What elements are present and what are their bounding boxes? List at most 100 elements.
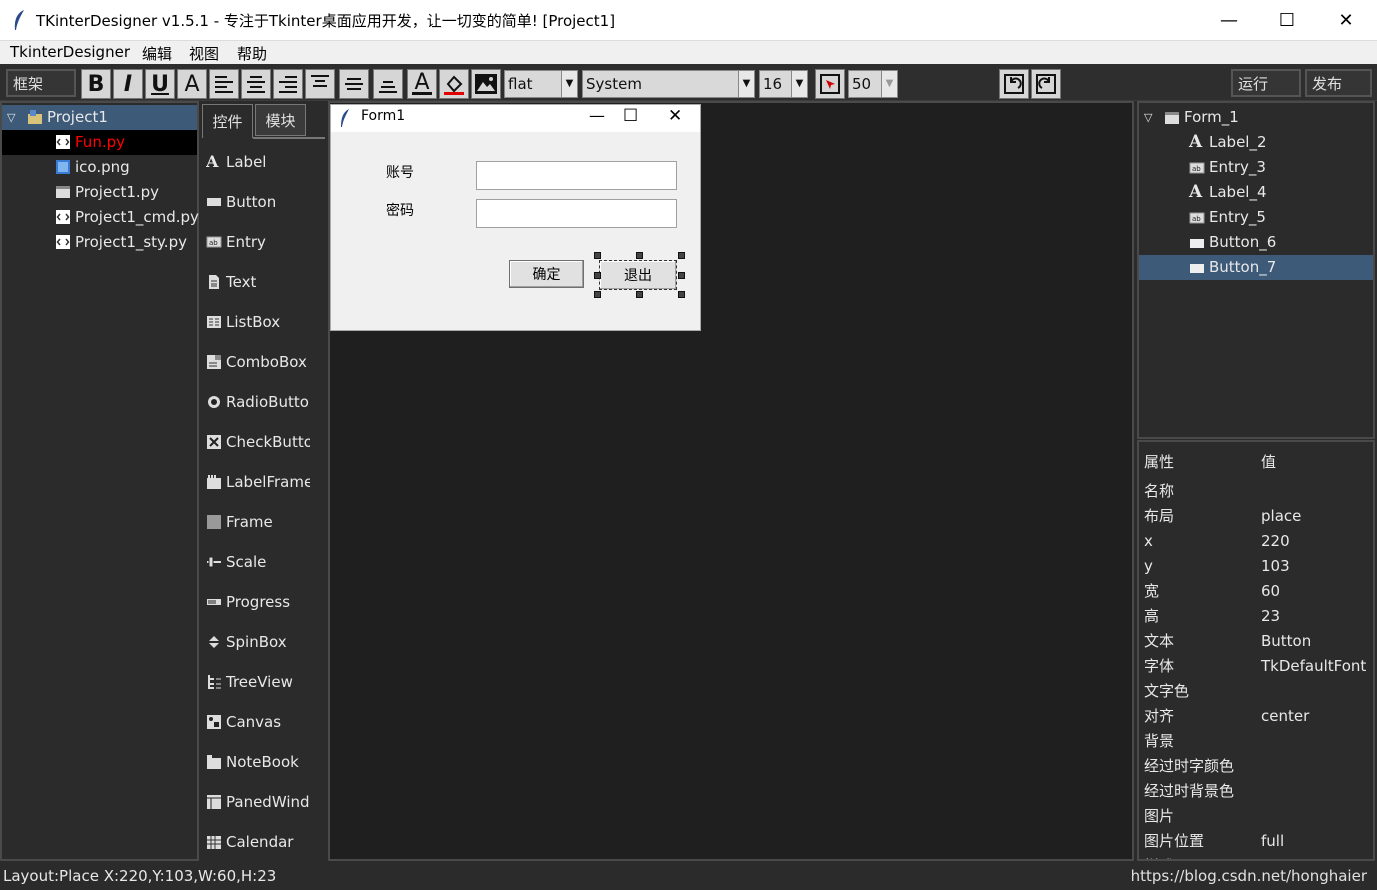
close-button[interactable]: ✕ [1317,0,1375,40]
exit-button[interactable]: 退出 [599,260,677,290]
property-row[interactable]: 文字色 [1139,679,1373,704]
ok-button[interactable]: 确定 [509,260,584,288]
chevron-down-icon[interactable]: ▼ [791,71,807,97]
resize-handle[interactable] [594,252,601,259]
object-item[interactable]: ab Entry_5 [1139,205,1373,230]
object-item-selected[interactable]: Button_7 [1139,255,1373,280]
undo-icon[interactable] [999,69,1029,99]
alpha-select[interactable]: 50 ▼ [848,70,898,98]
form-preview[interactable]: Form1 — ☐ ✕ 账号 密码 确定 退出 [330,104,701,331]
object-item[interactable]: Button_6 [1139,230,1373,255]
resize-handle[interactable] [636,252,643,259]
property-value[interactable]: 60 [1261,579,1280,604]
form-maximize-icon[interactable]: ☐ [623,106,638,126]
property-row[interactable]: 样式 [1139,854,1373,859]
menu-edit[interactable]: 编辑 [142,43,172,64]
property-value[interactable]: 23 [1261,604,1280,629]
file-item[interactable]: Fun.py [2,130,197,155]
palette-item-labelframe[interactable]: LabelFrame [206,471,310,493]
fill-color-icon[interactable] [439,69,469,99]
property-row[interactable]: 图片位置 full [1139,829,1373,854]
password-entry[interactable] [476,199,677,228]
background-image-icon[interactable] [471,69,501,99]
property-row[interactable]: 名称 [1139,479,1373,504]
run-button[interactable]: 运行 [1231,69,1301,97]
object-item[interactable]: A Label_4 [1139,180,1373,205]
italic-button[interactable]: I [113,69,143,99]
palette-item-calendar[interactable]: Calendar [206,831,310,853]
chevron-down-icon[interactable]: ▼ [561,71,577,97]
property-row[interactable]: 经过时字颜色 [1139,754,1373,779]
object-item[interactable]: A Label_2 [1139,130,1373,155]
valign-top-icon[interactable] [305,69,335,99]
object-item[interactable]: ab Entry_3 [1139,155,1373,180]
resize-handle[interactable] [678,291,685,298]
maximize-button[interactable]: ☐ [1258,0,1316,40]
property-value[interactable]: 220 [1261,529,1290,554]
menu-help[interactable]: 帮助 [237,43,267,64]
resize-handle[interactable] [636,291,643,298]
property-row[interactable]: y 103 [1139,554,1373,579]
overstrike-button[interactable]: A [177,69,207,99]
bold-button[interactable]: B [81,69,111,99]
cursor-icon[interactable] [815,69,845,99]
palette-item-progress[interactable]: Progress [206,591,310,613]
chevron-down-icon[interactable]: ▼ [738,71,754,97]
palette-item-panedwindow[interactable]: PanedWindow [206,791,310,813]
property-row[interactable]: 字体 TkDefaultFont [1139,654,1373,679]
minimize-button[interactable]: — [1200,0,1258,40]
property-row[interactable]: 图片 [1139,804,1373,829]
palette-item-frame[interactable]: Frame [206,511,310,533]
resize-handle[interactable] [678,272,685,279]
align-right-icon[interactable] [273,69,303,99]
align-center-icon[interactable] [241,69,271,99]
valign-middle-icon[interactable] [339,69,369,99]
frame-button[interactable]: 框架 [6,69,76,97]
resize-handle[interactable] [594,291,601,298]
palette-item-combobox[interactable]: ComboBox [206,351,310,373]
palette-item-label[interactable]: A Label [206,151,310,173]
property-row[interactable]: 布局 place [1139,504,1373,529]
project-root[interactable]: ▽ Project1 [2,105,197,130]
property-row[interactable]: 背景 [1139,729,1373,754]
account-entry[interactable] [476,161,677,190]
relief-select[interactable]: flat ▼ [504,70,578,98]
file-item[interactable]: Project1.py [2,180,197,205]
property-row[interactable]: x 220 [1139,529,1373,554]
resize-handle[interactable] [678,252,685,259]
property-value[interactable]: Button [1261,629,1311,654]
chevron-down-icon[interactable]: ▼ [881,71,897,97]
font-size-select[interactable]: 16 ▼ [759,70,808,98]
palette-item-notebook[interactable]: NoteBook [206,751,310,773]
palette-item-spinbox[interactable]: SpinBox [206,631,310,653]
palette-item-entry[interactable]: ab Entry [206,231,310,253]
valign-bottom-icon[interactable] [373,69,403,99]
menu-view[interactable]: 视图 [189,43,219,64]
palette-item-text[interactable]: Text [206,271,310,293]
property-value[interactable]: 103 [1261,554,1290,579]
menu-tkinterdesigner[interactable]: TkinterDesigner [10,43,130,61]
property-value[interactable]: place [1261,504,1301,529]
font-family-select[interactable]: System ▼ [582,70,755,98]
tab-modules[interactable]: 模块 [255,104,306,136]
form-minimize-icon[interactable]: — [589,106,605,125]
file-item[interactable]: Project1_sty.py [2,230,197,255]
palette-item-listbox[interactable]: ListBox [206,311,310,333]
redo-icon[interactable] [1031,69,1061,99]
collapse-arrow-icon[interactable]: ▽ [7,105,15,130]
palette-item-canvas[interactable]: Canvas [206,711,310,733]
publish-button[interactable]: 发布 [1305,69,1372,97]
palette-item-scale[interactable]: Scale [206,551,310,573]
form-close-icon[interactable]: ✕ [668,106,682,126]
property-row[interactable]: 宽 60 [1139,579,1373,604]
property-row[interactable]: 对齐 center [1139,704,1373,729]
property-value[interactable]: center [1261,704,1309,729]
collapse-arrow-icon[interactable]: ▽ [1144,105,1152,130]
property-row[interactable]: 高 23 [1139,604,1373,629]
font-color-button[interactable]: A [407,69,437,99]
property-row[interactable]: 文本 Button [1139,629,1373,654]
tab-controls[interactable]: 控件 [202,104,253,138]
file-item[interactable]: Project1_cmd.py [2,205,199,230]
file-item[interactable]: ico.png [2,155,197,180]
underline-button[interactable]: U [145,69,175,99]
